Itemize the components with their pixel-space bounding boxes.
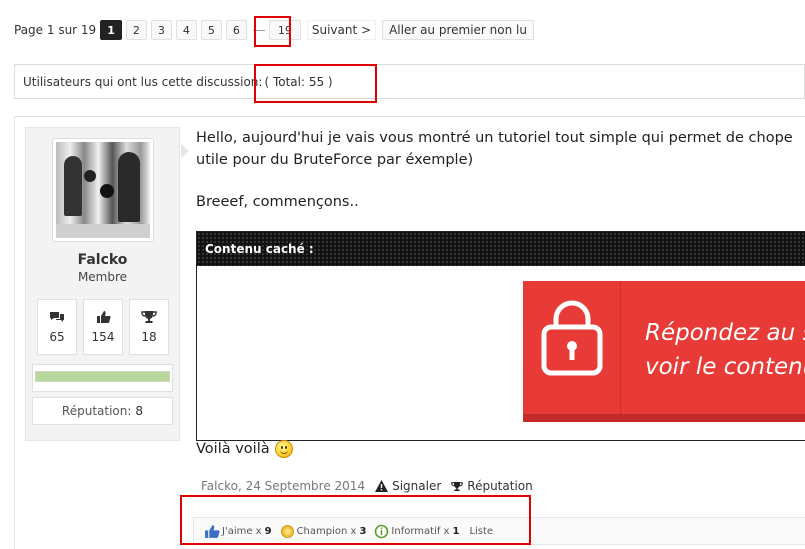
rating-like[interactable]: J'aime x 9 bbox=[204, 524, 272, 539]
first-unread-button[interactable]: Aller au premier non lu bbox=[382, 20, 534, 40]
warning-icon bbox=[375, 480, 389, 492]
page-link-2[interactable]: 2 bbox=[125, 20, 147, 40]
reply-to-view-text: Répondez au s voir le contenu bbox=[645, 316, 805, 384]
page-gap-divider bbox=[252, 29, 265, 31]
next-page-link[interactable]: Suivant > bbox=[306, 20, 377, 40]
rating-informative-count: 1 bbox=[452, 525, 460, 537]
ratings-list-link[interactable]: Liste bbox=[469, 526, 493, 537]
reputation-value: 8 bbox=[135, 404, 144, 418]
rating-like-count: 9 bbox=[264, 525, 272, 537]
page-link-3[interactable]: 3 bbox=[150, 20, 172, 40]
thumbs-up-icon bbox=[205, 524, 220, 538]
reputation-link-label: Réputation bbox=[467, 479, 533, 493]
stat-likes: 154 bbox=[83, 299, 123, 355]
comments-icon bbox=[50, 312, 64, 322]
rating-champion[interactable]: Champion x 3 bbox=[280, 524, 367, 539]
author-name[interactable]: Falcko bbox=[26, 252, 179, 268]
author-info: Falcko Membre bbox=[26, 252, 179, 284]
rating-champion-label: Champion x bbox=[296, 525, 357, 537]
rating-informative-label: Informatif x bbox=[391, 525, 450, 537]
reputation-link[interactable]: Réputation bbox=[451, 479, 533, 493]
avatar-image bbox=[56, 142, 150, 238]
reputation-bar bbox=[35, 371, 170, 382]
hidden-content-header: Contenu caché : bbox=[197, 232, 805, 266]
message-arrow bbox=[181, 144, 189, 158]
page-link-6[interactable]: 6 bbox=[225, 20, 247, 40]
post-author-date[interactable]: Falcko, 24 Septembre 2014 bbox=[201, 479, 365, 493]
hidden-content-body: Répondez au s voir le contenu bbox=[197, 266, 805, 440]
stat-likes-value: 154 bbox=[91, 330, 115, 344]
reputation-bar-fill bbox=[36, 372, 169, 381]
forum-post: Falcko Membre 65 154 18 Réputation: 8 He… bbox=[14, 116, 805, 549]
rating-informative[interactable]: Informatif x 1 bbox=[374, 524, 459, 539]
smiley-icon bbox=[274, 440, 293, 458]
reputation-bar-box bbox=[32, 364, 173, 392]
info-icon bbox=[375, 524, 389, 538]
report-link[interactable]: Signaler bbox=[375, 479, 441, 493]
reputation-box: Réputation: 8 bbox=[32, 397, 173, 425]
hidden-content-box: Contenu caché : Répondez au s voir le co… bbox=[196, 231, 805, 441]
pagination: Page 1 sur 19 1 2 3 4 5 6 19 Suivant > A… bbox=[14, 19, 534, 41]
trophy-icon bbox=[451, 481, 464, 491]
readers-label: Utilisateurs qui ont lus cette discussio… bbox=[23, 74, 263, 89]
thread-readers-bar: Utilisateurs qui ont lus cette discussio… bbox=[14, 64, 805, 99]
post-author-panel: Falcko Membre 65 154 18 Réputation: 8 bbox=[25, 127, 180, 441]
cta-line-2: voir le contenu bbox=[645, 354, 805, 380]
reply-to-view-banner[interactable]: Répondez au s voir le contenu bbox=[523, 281, 805, 422]
post-ratings-bar: J'aime x 9 Champion x 3 Informatif x 1 L… bbox=[193, 517, 805, 545]
stat-trophies: 18 bbox=[129, 299, 169, 355]
page-link-5[interactable]: 5 bbox=[200, 20, 222, 40]
page-link-last[interactable]: 19 bbox=[268, 20, 301, 40]
page-info: Page 1 sur 19 bbox=[14, 23, 97, 37]
report-label: Signaler bbox=[392, 479, 442, 493]
thumbs-up-icon bbox=[96, 311, 111, 323]
readers-total[interactable]: ( Total: 55 ) bbox=[264, 75, 332, 89]
message-line: Hello, aujourd'hui je vais vous montré u… bbox=[196, 130, 793, 146]
page-link-1[interactable]: 1 bbox=[100, 20, 122, 40]
stat-messages-value: 65 bbox=[49, 330, 65, 344]
closing-text: Voilà voilà bbox=[196, 441, 270, 457]
stat-trophies-value: 18 bbox=[141, 330, 157, 344]
avatar[interactable] bbox=[52, 138, 154, 242]
message-closing: Voilà voilà bbox=[196, 440, 293, 458]
rating-champion-count: 3 bbox=[359, 525, 367, 537]
page-link-4[interactable]: 4 bbox=[175, 20, 197, 40]
author-title: Membre bbox=[77, 270, 128, 284]
reputation-label: Réputation: bbox=[61, 404, 132, 418]
message-line: utile pour du BruteForce par éxemple) bbox=[196, 152, 474, 168]
message-line: Breeef, commençons.. bbox=[196, 194, 359, 210]
champion-medal-icon bbox=[280, 524, 294, 538]
rating-like-label: J'aime x bbox=[222, 525, 262, 537]
post-meta: Falcko, 24 Septembre 2014 Signaler Réput… bbox=[201, 479, 543, 493]
cta-line-1: Répondez au s bbox=[645, 320, 805, 346]
lock-icon bbox=[523, 281, 621, 414]
trophy-icon bbox=[141, 311, 157, 323]
author-stats: 65 154 18 bbox=[37, 299, 169, 355]
post-message: Hello, aujourd'hui je vais vous montré u… bbox=[196, 127, 805, 213]
stat-messages: 65 bbox=[37, 299, 77, 355]
